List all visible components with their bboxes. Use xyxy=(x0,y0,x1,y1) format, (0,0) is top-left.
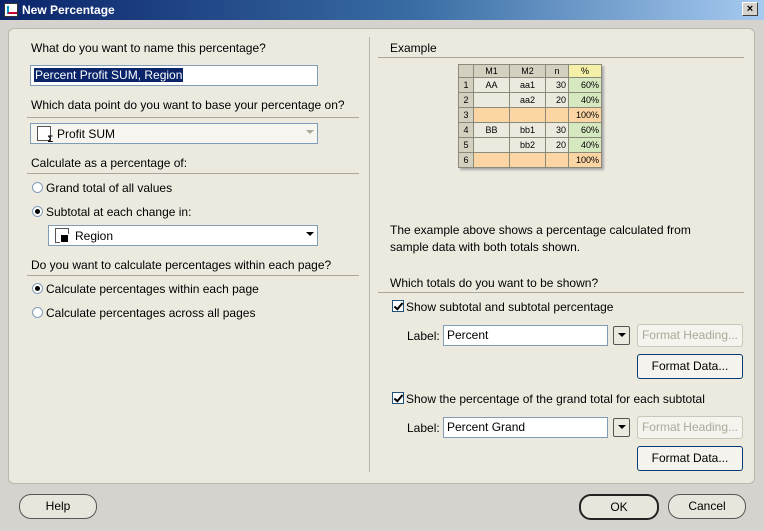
table-cell xyxy=(509,107,546,123)
table-cell: AA xyxy=(473,77,510,93)
grand-format-data-button[interactable]: Format Data... xyxy=(637,446,743,471)
measure-sum-icon xyxy=(37,126,53,144)
table-cell: 20 xyxy=(545,137,569,153)
radio-across-pages-label: Calculate percentages across all pages xyxy=(46,306,256,320)
grand-label-caption: Label: xyxy=(407,421,440,435)
table-cell: 40% xyxy=(568,92,602,108)
radio-across-pages[interactable] xyxy=(32,307,43,318)
grand-label-dropdown[interactable] xyxy=(613,418,630,437)
separator xyxy=(27,173,359,174)
table-cell: 30 xyxy=(545,77,569,93)
table-cell xyxy=(473,92,510,108)
example-table: M1 M2 n % 1 AA aa1 30 60% 2 aa2 20 40% 3… xyxy=(458,64,602,168)
example-header: % xyxy=(568,64,602,78)
table-cell: 20 xyxy=(545,92,569,108)
table-cell: aa2 xyxy=(509,92,546,108)
show-subtotal-checkbox[interactable] xyxy=(392,300,404,312)
separator xyxy=(378,292,744,293)
datapoint-value: Profit SUM xyxy=(57,127,116,141)
radio-subtotal-label: Subtotal at each change in: xyxy=(46,205,192,219)
table-cell: 60% xyxy=(568,77,602,93)
table-cell xyxy=(545,107,569,123)
column-divider xyxy=(369,37,370,472)
row-number: 5 xyxy=(458,137,474,153)
name-input-value: Percent Profit SUM, Region xyxy=(34,68,184,82)
table-cell: aa1 xyxy=(509,77,546,93)
table-cell: 40% xyxy=(568,137,602,153)
dimension-icon xyxy=(55,228,69,243)
cancel-button[interactable]: Cancel xyxy=(668,494,746,519)
row-number: 1 xyxy=(458,77,474,93)
radio-within-page-label: Calculate percentages within each page xyxy=(46,282,259,296)
radio-subtotal[interactable] xyxy=(32,206,43,217)
subtotal-format-data-button[interactable]: Format Data... xyxy=(637,354,743,379)
show-grand-label: Show the percentage of the grand total f… xyxy=(406,392,705,406)
table-cell: 100% xyxy=(568,152,602,168)
table-row: 1 AA aa1 30 60% xyxy=(458,77,602,93)
subtotal-label-dropdown[interactable] xyxy=(613,326,630,345)
table-row: 6 100% xyxy=(458,152,602,168)
table-row: 2 aa2 20 40% xyxy=(458,92,602,108)
table-cell xyxy=(473,152,510,168)
table-row: 5 bb2 20 40% xyxy=(458,137,602,153)
example-heading: Example xyxy=(390,41,437,55)
close-button[interactable]: × xyxy=(742,2,758,16)
radio-grand-total-label: Grand total of all values xyxy=(46,181,173,195)
row-number: 4 xyxy=(458,122,474,138)
grand-label-input[interactable]: Percent Grand xyxy=(443,417,608,438)
table-cell: BB xyxy=(473,122,510,138)
show-grand-checkbox[interactable] xyxy=(392,392,404,404)
name-input[interactable]: Percent Profit SUM, Region xyxy=(30,65,318,86)
radio-grand-total[interactable] xyxy=(32,182,43,193)
row-number: 3 xyxy=(458,107,474,123)
example-header: M1 xyxy=(473,64,510,78)
datapoint-select[interactable]: Profit SUM xyxy=(30,123,318,144)
example-description-line1: The example above shows a percentage cal… xyxy=(390,223,691,237)
page-question: Do you want to calculate percentages wit… xyxy=(31,258,332,272)
ok-button[interactable]: OK xyxy=(579,494,659,520)
table-cell: 60% xyxy=(568,122,602,138)
datapoint-question: Which data point do you want to base you… xyxy=(31,98,345,112)
subtotal-label-value: Percent xyxy=(447,328,489,342)
example-header: n xyxy=(545,64,569,78)
radio-within-page[interactable] xyxy=(32,283,43,294)
grand-label-value: Percent Grand xyxy=(447,420,526,434)
app-icon xyxy=(4,3,18,17)
grand-format-heading-button[interactable]: Format Heading... xyxy=(637,416,743,439)
show-subtotal-label: Show subtotal and subtotal percentage xyxy=(406,300,614,314)
row-number: 2 xyxy=(458,92,474,108)
table-row: 4 BB bb1 30 60% xyxy=(458,122,602,138)
table-cell xyxy=(509,152,546,168)
subtotal-format-heading-button[interactable]: Format Heading... xyxy=(637,324,743,347)
title-bar: New Percentage × xyxy=(0,0,764,20)
table-cell xyxy=(545,152,569,168)
example-header-row: M1 M2 n % xyxy=(458,64,602,78)
calc-heading: Calculate as a percentage of: xyxy=(31,156,188,170)
example-description-line2: sample data with both totals shown. xyxy=(390,240,581,254)
subtotal-select[interactable]: Region xyxy=(48,225,318,246)
table-row: 3 100% xyxy=(458,107,602,123)
subtotal-label-caption: Label: xyxy=(407,329,440,343)
subtotal-value: Region xyxy=(75,229,114,243)
table-cell: bb2 xyxy=(509,137,546,153)
totals-question: Which totals do you want to be shown? xyxy=(390,276,599,290)
separator xyxy=(27,275,359,276)
chevron-down-icon xyxy=(306,130,314,134)
example-header xyxy=(458,64,474,78)
table-cell: 30 xyxy=(545,122,569,138)
help-button[interactable]: Help xyxy=(19,494,97,519)
example-header: M2 xyxy=(509,64,546,78)
separator xyxy=(378,57,744,58)
chevron-down-icon xyxy=(306,232,314,236)
row-number: 6 xyxy=(458,152,474,168)
table-cell: bb1 xyxy=(509,122,546,138)
separator xyxy=(27,117,359,118)
table-cell xyxy=(473,137,510,153)
subtotal-label-input[interactable]: Percent xyxy=(443,325,608,346)
name-question: What do you want to name this percentage… xyxy=(31,41,266,55)
window-title: New Percentage xyxy=(22,3,115,17)
table-cell xyxy=(473,107,510,123)
table-cell: 100% xyxy=(568,107,602,123)
